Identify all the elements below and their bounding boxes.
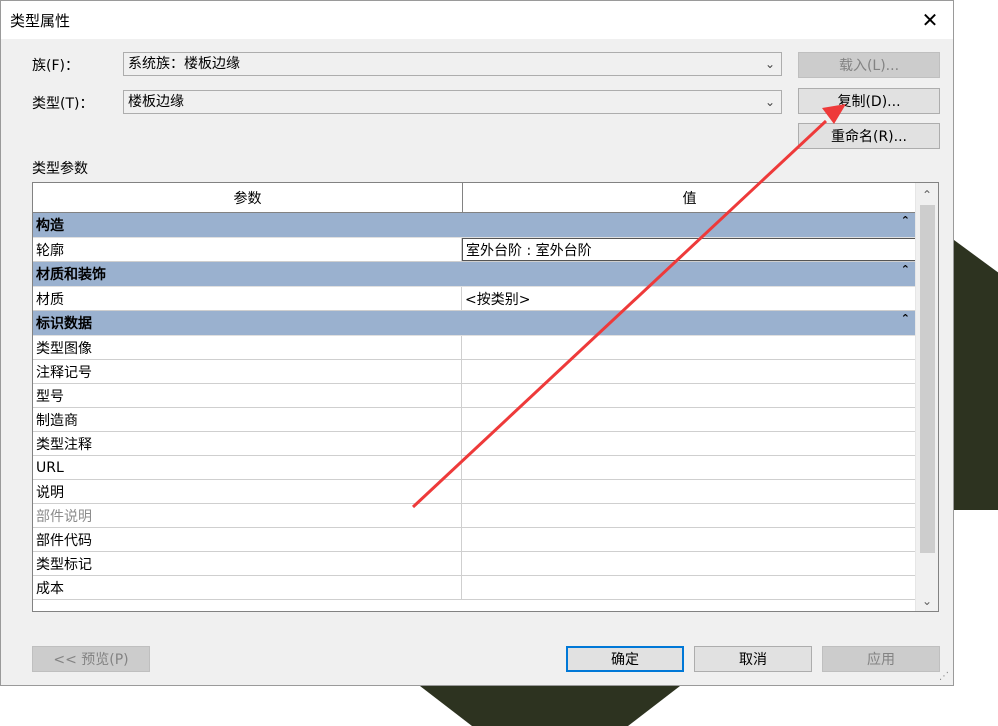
parameter-value-cell[interactable]: 室外台阶 : 室外台阶 <box>462 238 916 261</box>
scroll-thumb[interactable] <box>920 205 935 553</box>
type-parameters-label: 类型参数 <box>32 161 88 177</box>
table-row[interactable]: 制造商 <box>33 408 916 432</box>
double-chevron-up-icon[interactable]: ⌃ <box>901 312 910 325</box>
parameter-value-cell[interactable]: <按类别> <box>462 287 916 310</box>
parameter-name-cell: URL <box>33 456 462 479</box>
parameter-name-cell: 制造商 <box>33 408 462 431</box>
table-row[interactable]: 类型注释 <box>33 432 916 456</box>
cancel-button[interactable]: 取消 <box>694 646 812 672</box>
grid-body: 构造 ⌃ 轮廓 室外台阶 : 室外台阶 材质和装饰 ⌃ 材质 <按类别> 标识数据 ⌃ 类型图像 注释… <box>33 213 916 600</box>
column-header-parameter[interactable]: 参数 <box>33 183 463 212</box>
column-header-value[interactable]: 值 <box>463 183 916 212</box>
parameter-value-cell[interactable] <box>462 432 916 455</box>
group-header-label: 材质和装饰 <box>36 267 106 283</box>
type-select[interactable]: 楼板边缘 ⌄ <box>123 90 782 114</box>
type-value: 楼板边缘 <box>128 94 184 110</box>
duplicate-button[interactable]: 复制(D)... <box>798 88 940 114</box>
group-header[interactable]: 标识数据 ⌃ <box>33 311 916 336</box>
table-row[interactable]: 类型标记 <box>33 552 916 576</box>
group-header-label: 构造 <box>36 218 64 234</box>
preview-button[interactable]: << 预览(P) <box>32 646 150 672</box>
resize-grip-icon[interactable]: ⋰ <box>939 671 949 682</box>
grid-header: 参数 值 <box>33 183 916 213</box>
double-chevron-up-icon[interactable]: ⌃ <box>901 263 910 276</box>
viewport-shape-bottom <box>420 686 680 726</box>
parameter-name-cell: 型号 <box>33 384 462 407</box>
dialog-title: 类型属性 <box>10 12 71 30</box>
close-icon: ✕ <box>921 8 939 32</box>
parameter-name-cell: 类型图像 <box>33 336 462 359</box>
parameter-name-cell: 说明 <box>33 480 462 503</box>
vertical-scrollbar[interactable]: ⌃ ⌄ <box>915 183 938 611</box>
title-bar: 类型属性 ✕ <box>1 1 953 39</box>
table-row[interactable]: 部件代码 <box>33 528 916 552</box>
table-row[interactable]: 部件说明 <box>33 504 916 528</box>
parameter-name-cell: 材质 <box>33 287 462 310</box>
parameter-value-cell[interactable] <box>462 528 916 551</box>
parameter-value-cell[interactable] <box>462 504 916 527</box>
parameter-value-cell[interactable] <box>462 336 916 359</box>
group-header[interactable]: 材质和装饰 ⌃ <box>33 262 916 287</box>
parameter-value-cell[interactable] <box>462 384 916 407</box>
parameter-value-cell[interactable] <box>462 480 916 503</box>
parameter-value-cell[interactable] <box>462 576 916 599</box>
scroll-down-icon[interactable]: ⌄ <box>916 591 938 611</box>
group-header-label: 标识数据 <box>36 316 92 332</box>
close-button[interactable]: ✕ <box>907 1 953 39</box>
family-label: 族(F)： <box>32 58 79 74</box>
table-row[interactable]: 成本 <box>33 576 916 600</box>
parameter-grid: 参数 值 构造 ⌃ 轮廓 室外台阶 : 室外台阶 材质和装饰 ⌃ 材质 <按类别> 标识数据 ⌃ 类… <box>32 182 939 612</box>
parameter-value-cell[interactable] <box>462 456 916 479</box>
parameter-value-cell[interactable] <box>462 360 916 383</box>
load-button[interactable]: 载入(L)... <box>798 52 940 78</box>
table-row[interactable]: 轮廓 室外台阶 : 室外台阶 <box>33 238 916 262</box>
table-row[interactable]: URL <box>33 456 916 480</box>
type-properties-dialog: 类型属性 ✕ 族(F)： 系统族：楼板边缘 ⌄ 类型(T)： 楼板边缘 ⌄ 载入… <box>0 0 954 686</box>
type-label: 类型(T)： <box>32 96 94 112</box>
parameter-name-cell: 注释记号 <box>33 360 462 383</box>
parameter-value-cell[interactable] <box>462 408 916 431</box>
parameter-name-cell: 部件代码 <box>33 528 462 551</box>
scroll-up-icon[interactable]: ⌃ <box>916 185 938 205</box>
parameter-value-cell[interactable] <box>462 552 916 575</box>
table-row[interactable]: 材质 <按类别> <box>33 287 916 311</box>
parameter-name-cell: 类型注释 <box>33 432 462 455</box>
apply-button[interactable]: 应用 <box>822 646 940 672</box>
viewport-shape-right <box>954 240 998 510</box>
rename-button[interactable]: 重命名(R)... <box>798 123 940 149</box>
table-row[interactable]: 注释记号 <box>33 360 916 384</box>
family-value: 系统族：楼板边缘 <box>128 56 240 72</box>
chevron-down-icon: ⌄ <box>764 57 775 71</box>
parameter-name-cell: 轮廓 <box>33 238 462 261</box>
table-row[interactable]: 说明 <box>33 480 916 504</box>
parameter-name-cell: 部件说明 <box>33 504 462 527</box>
ok-button[interactable]: 确定 <box>566 646 684 672</box>
parameter-name-cell: 成本 <box>33 576 462 599</box>
table-row[interactable]: 类型图像 <box>33 336 916 360</box>
parameter-name-cell: 类型标记 <box>33 552 462 575</box>
family-select[interactable]: 系统族：楼板边缘 ⌄ <box>123 52 782 76</box>
group-header[interactable]: 构造 ⌃ <box>33 213 916 238</box>
double-chevron-up-icon[interactable]: ⌃ <box>901 214 910 227</box>
chevron-down-icon: ⌄ <box>764 95 775 109</box>
table-row[interactable]: 型号 <box>33 384 916 408</box>
